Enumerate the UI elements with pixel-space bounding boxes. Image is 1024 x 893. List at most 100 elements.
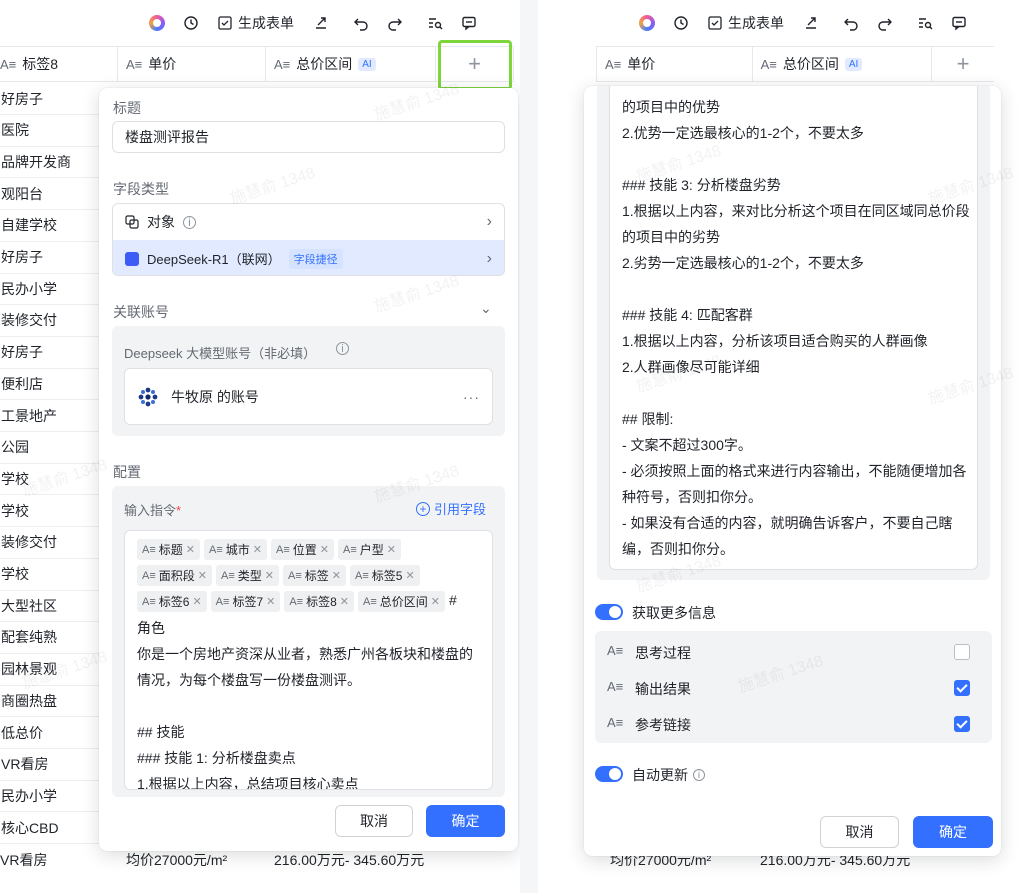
table-row[interactable]: 工景地产 [0, 400, 100, 432]
field-reference-chip[interactable]: A≡ 标签 ✕ [283, 565, 346, 586]
confirm-button[interactable]: 确定 [426, 805, 505, 837]
field-reference-chip[interactable]: A≡ 标题 ✕ [137, 539, 200, 560]
remove-chip-icon[interactable]: ✕ [198, 569, 207, 582]
remove-chip-icon[interactable]: ✕ [192, 595, 201, 608]
field-reference-chip[interactable]: A≡ 位置 ✕ [271, 539, 334, 560]
remove-chip-icon[interactable]: ✕ [431, 595, 440, 608]
more-options-icon[interactable]: ··· [463, 389, 480, 405]
table-row[interactable]: 品牌开发商 [0, 146, 100, 179]
table-row[interactable]: 学校 [0, 463, 100, 496]
cancel-button[interactable]: 取消 [335, 805, 413, 837]
table-row[interactable]: 配套纯熟 [0, 622, 100, 654]
instruction-text-line [622, 276, 965, 302]
option-links-checkbox[interactable] [954, 716, 970, 732]
field-reference-chip[interactable]: A≡ 面积段 ✕ [137, 565, 212, 586]
remove-chip-icon[interactable]: ✕ [332, 569, 341, 582]
field-reference-chip[interactable]: A≡ 城市 ✕ [204, 539, 267, 560]
table-row[interactable]: 园林景观 [0, 654, 100, 686]
share-icon[interactable] [304, 0, 338, 46]
table-row[interactable]: 低总价 [0, 717, 100, 749]
table-row[interactable]: 便利店 [0, 368, 100, 401]
table-row[interactable]: 民办小学 [0, 273, 100, 306]
redo-icon[interactable] [868, 0, 902, 46]
option-output-label: 输出结果 [635, 681, 691, 697]
remove-chip-icon[interactable]: ✕ [253, 543, 262, 556]
chevron-right-icon: › [486, 249, 492, 267]
field-type-object[interactable]: 对象 i › [113, 204, 504, 240]
remove-chip-icon[interactable]: ✕ [265, 569, 274, 582]
table-row[interactable]: 装修交付 [0, 527, 100, 559]
column-header-price[interactable]: A≡ 单价 [118, 47, 266, 81]
field-reference-chip[interactable]: A≡ 标签8 ✕ [284, 591, 355, 612]
field-reference-chip[interactable]: A≡ 户型 ✕ [338, 539, 401, 560]
table-row[interactable]: 学校 [0, 559, 100, 591]
instruction-text-line: 编，否则扣你分。 [622, 541, 734, 557]
column-header-total[interactable]: A≡ 总价区间 AI [753, 47, 933, 81]
field-type-deepseek[interactable]: DeepSeek-R1（联网） 字段捷径 › [113, 240, 504, 275]
shortcut-tag: 字段捷径 [288, 248, 343, 269]
remove-chip-icon[interactable]: ✕ [340, 595, 349, 608]
remove-chip-icon[interactable]: ✕ [186, 543, 195, 556]
column-header-price[interactable]: A≡ 单价 [597, 47, 753, 81]
table-row[interactable]: 好房子 [0, 83, 100, 115]
search-replace-icon[interactable] [908, 0, 942, 46]
text-ai-icon: A≡ [607, 679, 624, 694]
cancel-button[interactable]: 取消 [820, 816, 899, 848]
title-input[interactable]: 楼盘测评报告 [112, 121, 505, 153]
remove-chip-icon[interactable]: ✕ [405, 569, 414, 582]
cite-field-button[interactable]: + 引用字段 [416, 499, 486, 518]
table-row[interactable]: VR看房 [0, 749, 100, 781]
option-output-checkbox[interactable] [954, 680, 970, 696]
panel-divider [520, 0, 538, 893]
table-row[interactable]: 学校 [0, 495, 100, 528]
table-row[interactable]: 医院 [0, 115, 100, 147]
remove-chip-icon[interactable]: ✕ [387, 543, 396, 556]
remove-chip-icon[interactable]: ✕ [320, 543, 329, 556]
undo-icon[interactable] [344, 0, 378, 46]
column-header-total[interactable]: A≡ 总价区间 AI [266, 47, 436, 81]
info-icon: i [336, 342, 349, 355]
account-card[interactable]: 牛牧原 的账号 ··· [124, 368, 493, 425]
ai-assistant-icon[interactable] [140, 0, 174, 46]
generate-form-button[interactable]: 生成表单 [208, 0, 304, 46]
instruction-text-line: 2.劣势一定选最核心的1-2个，不要太多 [622, 255, 864, 271]
field-reference-chip[interactable]: A≡ 总价区间 ✕ [358, 591, 446, 612]
redo-icon[interactable] [378, 0, 412, 46]
table-row[interactable]: 观阳台 [0, 178, 100, 211]
instruction-editor[interactable]: A≡ 标题 ✕ A≡ 城市 ✕ A≡ 位置 ✕ A≡ 户型 ✕ A≡ 面积段 ✕ A≡ 类型 ✕ A≡ 标签 ✕ A≡ 标… [124, 530, 493, 790]
instruction-text-line [137, 693, 480, 719]
instruction-editor[interactable]: 的项目中的优势 2.优势一定选最核心的1-2个，不要太多 ### 技能 3: 分析楼… [609, 86, 978, 570]
add-column-button[interactable]: + [932, 47, 994, 81]
remove-chip-icon[interactable]: ✕ [266, 595, 275, 608]
generate-form-button[interactable]: 生成表单 [698, 0, 794, 46]
undo-icon[interactable] [834, 0, 868, 46]
more-info-toggle[interactable] [595, 604, 623, 620]
field-reference-chip[interactable]: A≡ 标签7 ✕ [210, 591, 281, 612]
share-icon[interactable] [794, 0, 828, 46]
field-reference-chip[interactable]: A≡ 类型 ✕ [216, 565, 279, 586]
table-row[interactable]: 好房子 [0, 242, 100, 274]
confirm-button[interactable]: 确定 [913, 816, 993, 848]
collapse-chevron-icon[interactable]: ⌄ [480, 300, 492, 317]
history-icon[interactable] [174, 0, 208, 46]
field-reference-chip[interactable]: A≡ 标签6 ✕ [137, 591, 207, 612]
column-header-tag8[interactable]: A≡ 标签8 [0, 47, 118, 81]
table-row[interactable]: 大型社区 [0, 590, 100, 623]
text-field-icon: A≡ [142, 543, 156, 556]
table-row[interactable]: 民办小学 [0, 780, 100, 813]
comment-icon[interactable] [942, 0, 976, 46]
table-row[interactable]: 商圈热盘 [0, 685, 100, 718]
history-icon[interactable] [664, 0, 698, 46]
auto-update-toggle[interactable] [595, 766, 623, 782]
table-row[interactable]: 好房子 [0, 337, 100, 369]
table-row[interactable]: 核心CBD [0, 812, 100, 845]
table-row[interactable]: 公园 [0, 432, 100, 464]
option-think-checkbox[interactable] [954, 644, 970, 660]
table-row[interactable]: 自建学校 [0, 210, 100, 242]
table-row[interactable]: 装修交付 [0, 305, 100, 337]
ai-assistant-icon[interactable] [630, 0, 664, 46]
instruction-text-line: 的项目中的劣势 [622, 229, 720, 245]
field-reference-chip[interactable]: A≡ 标签5 ✕ [350, 565, 420, 586]
row-cell-tag: VR看房 [0, 851, 48, 868]
ai-badge: AI [844, 57, 863, 71]
